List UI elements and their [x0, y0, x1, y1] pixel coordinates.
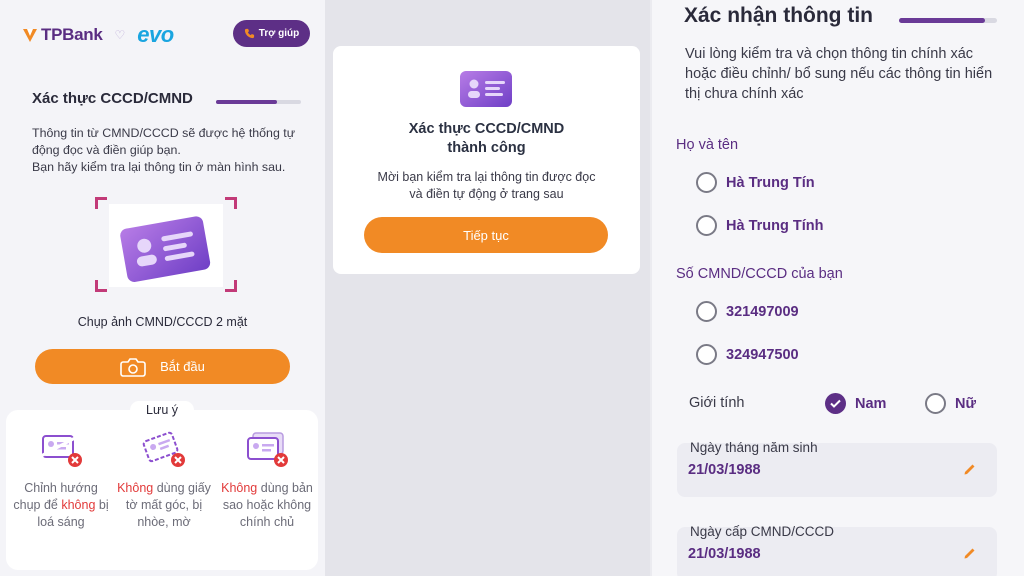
id-card-icon — [460, 71, 512, 107]
radio-button[interactable] — [925, 393, 946, 414]
success-desc-line-1: Mời bạn kiểm tra lại thông tin được đọc — [377, 170, 596, 184]
step-progress-bar — [899, 18, 997, 23]
verification-success-screen: Xác thực CCCD/CMND thành công Mời bạn ki… — [325, 0, 650, 576]
camera-icon — [120, 357, 146, 377]
check-icon — [830, 399, 841, 408]
continue-button[interactable]: Tiếp tục — [364, 217, 608, 253]
note-text-highlight: Không — [117, 481, 154, 495]
tpbank-logo: TPBank — [22, 25, 103, 45]
frame-corner — [95, 280, 107, 292]
name-option[interactable]: Hà Trung Tín — [696, 172, 815, 193]
capture-label: Chụp ảnh CMND/CCCD 2 mặt — [77, 315, 248, 329]
id-card-scan-frame — [95, 197, 237, 292]
tpbank-wordmark: TPBank — [41, 25, 103, 44]
start-button-label: Bắt đầu — [160, 359, 205, 374]
id-option-label: 324947500 — [726, 346, 799, 363]
id-option[interactable]: 321497009 — [696, 301, 799, 322]
success-title-line-1: Xác thực CCCD/CMND — [408, 121, 565, 137]
help-button[interactable]: Trợ giúp — [233, 20, 310, 47]
id-capture-screen: TPBank ♡ evo Trợ giúp Xác thực CCCD/CMND… — [0, 0, 325, 576]
note-item: Không dùng bản sao hoặc không chính chủ — [217, 430, 317, 531]
frame-corner — [95, 197, 107, 209]
issue-date-label: Ngày cấp CMND/CCCD — [690, 524, 835, 539]
radio-button-checked[interactable] — [825, 393, 846, 414]
id-card-icon — [120, 216, 211, 282]
page-title: Xác thực CCCD/CMND — [32, 90, 193, 107]
note-text-highlight: không — [61, 498, 96, 512]
glare-warning-icon — [40, 435, 82, 467]
heart-icon: ♡ — [114, 28, 126, 42]
id-option[interactable]: 324947500 — [696, 344, 799, 365]
brand-header: TPBank ♡ evo — [22, 22, 174, 48]
note-item: Không dùng giấy tờ mất góc, bị nhòe, mờ — [114, 430, 214, 531]
name-option-label: Hà Trung Tính — [726, 217, 824, 234]
radio-button[interactable] — [696, 172, 717, 193]
id-number-label: Số CMND/CCCD của bạn — [676, 266, 843, 282]
instruction-text: Vui lòng kiểm tra và chọn thông tin chín… — [685, 46, 993, 102]
start-button[interactable]: Bắt đầu — [35, 349, 290, 384]
instruction-line-2: Bạn hãy kiểm tra lại thông tin ở màn hìn… — [32, 160, 286, 174]
tpbank-logo-icon — [23, 29, 37, 42]
success-dialog: Xác thực CCCD/CMND thành công Mời bạn ki… — [333, 46, 640, 274]
success-title-line-2: thành công — [447, 140, 526, 156]
success-desc-line-2: và điền tự động ở trang sau — [409, 187, 564, 201]
notes-box: Chỉnh hướng chụp để không bị loá sáng Kh — [6, 410, 318, 570]
notes-title: Lưu ý — [130, 401, 194, 419]
gender-option-label: Nam — [855, 395, 887, 412]
phone-icon — [244, 28, 254, 39]
note-text: Không dùng bản sao hoặc không chính chủ — [217, 480, 317, 531]
progress-fill — [216, 100, 278, 104]
copy-card-warning-icon — [247, 432, 288, 467]
success-description: Mời bạn kiểm tra lại thông tin được đọc … — [333, 169, 640, 203]
note-text-highlight: Không — [221, 481, 258, 495]
gender-label: Giới tính — [689, 395, 745, 411]
dob-value[interactable]: 21/03/1988 — [688, 462, 761, 478]
page-title: Xác nhận thông tin — [684, 4, 873, 27]
damaged-card-warning-icon — [142, 431, 185, 467]
dob-field[interactable]: Ngày tháng năm sinh 21/03/1988 — [677, 440, 997, 497]
pencil-icon[interactable] — [963, 546, 977, 560]
issue-date-field[interactable]: Ngày cấp CMND/CCCD 21/03/1988 — [677, 524, 997, 576]
progress-fill — [899, 18, 986, 23]
note-text: Không dùng giấy tờ mất góc, bị nhòe, mờ — [114, 480, 214, 531]
issue-date-value[interactable]: 21/03/1988 — [688, 546, 761, 562]
frame-corner — [225, 197, 237, 209]
scan-preview — [109, 204, 223, 287]
pencil-icon[interactable] — [963, 462, 977, 476]
evo-logo: evo — [137, 22, 174, 47]
radio-button[interactable] — [696, 215, 717, 236]
help-button-label: Trợ giúp — [258, 28, 300, 39]
gender-option-male[interactable]: Nam — [825, 393, 886, 414]
note-text: Chỉnh hướng chụp để không bị loá sáng — [11, 480, 111, 531]
radio-button[interactable] — [696, 344, 717, 365]
success-title: Xác thực CCCD/CMND thành công — [333, 120, 640, 158]
name-option-label: Hà Trung Tín — [726, 174, 815, 191]
full-name-label: Họ và tên — [676, 137, 739, 153]
note-item: Chỉnh hướng chụp để không bị loá sáng — [11, 430, 111, 531]
gender-option-female[interactable]: Nữ — [925, 393, 976, 414]
instruction-text: Thông tin từ CMND/CCCD sẽ được hệ thống … — [32, 125, 314, 176]
gender-option-label: Nữ — [955, 395, 976, 412]
radio-button[interactable] — [696, 301, 717, 322]
instruction-line-1: Thông tin từ CMND/CCCD sẽ được hệ thống … — [32, 126, 296, 157]
id-option-label: 321497009 — [726, 303, 799, 320]
name-option[interactable]: Hà Trung Tính — [696, 215, 823, 236]
dob-label: Ngày tháng năm sinh — [690, 440, 818, 455]
frame-corner — [225, 280, 237, 292]
confirm-info-screen: Xác nhận thông tin Vui lòng kiểm tra và … — [652, 0, 1024, 576]
step-progress-bar — [216, 100, 301, 104]
